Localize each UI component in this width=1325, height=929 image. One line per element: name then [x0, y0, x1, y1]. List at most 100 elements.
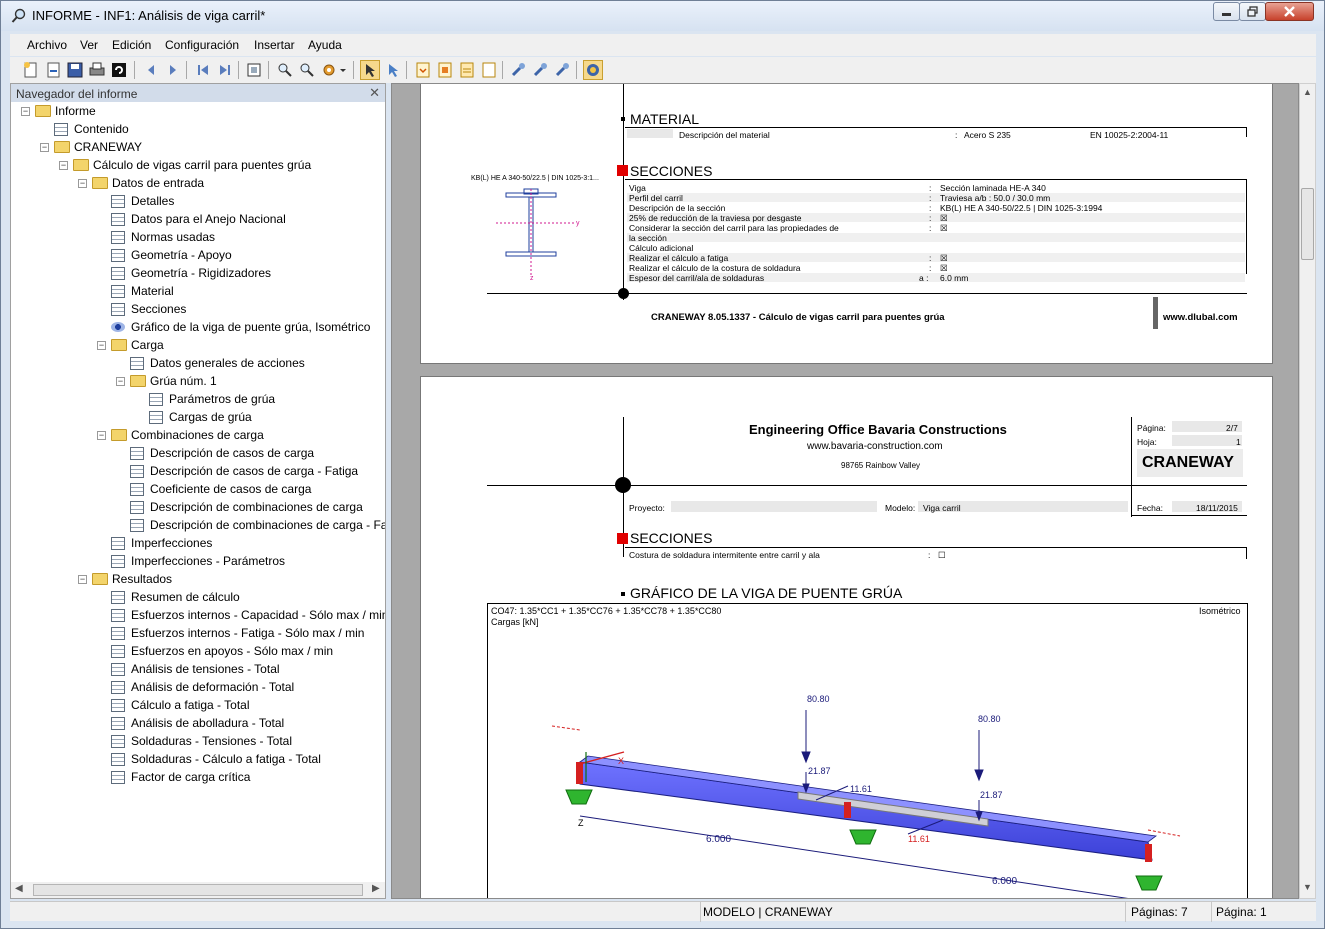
tree-item[interactable]: Análisis de tensiones - Total: [11, 660, 385, 678]
dropdown-arrow-icon[interactable]: [338, 61, 348, 79]
tree-item-label: Material: [131, 284, 174, 298]
tree-item[interactable]: Geometría - Rigidizadores: [11, 264, 385, 282]
menu-ver[interactable]: Ver: [80, 38, 98, 52]
tree-item[interactable]: Normas usadas: [11, 228, 385, 246]
tree-item[interactable]: Descripción de combinaciones de carga: [11, 498, 385, 516]
tree-item[interactable]: Soldaduras - Tensiones - Total: [11, 732, 385, 750]
scroll-right-icon[interactable]: ▶: [372, 883, 380, 894]
tree-item[interactable]: − Datos de entrada: [11, 174, 385, 192]
menu-ayuda[interactable]: Ayuda: [308, 38, 342, 52]
insert-page-icon[interactable]: [480, 61, 498, 79]
menu-archivo[interactable]: Archivo: [27, 38, 67, 52]
new-report-icon[interactable]: [22, 61, 40, 79]
menu-configuracion[interactable]: Configuración: [165, 38, 239, 52]
tree-item[interactable]: Secciones: [11, 300, 385, 318]
tree-item[interactable]: Gráfico de la viga de puente grúa, Isomé…: [11, 318, 385, 336]
menu-edicion[interactable]: Edición: [112, 38, 151, 52]
select-element-icon[interactable]: [384, 61, 402, 79]
tree-item[interactable]: Resumen de cálculo: [11, 588, 385, 606]
refresh-icon[interactable]: [110, 61, 128, 79]
tree-item[interactable]: − Cálculo de vigas carril para puentes gr…: [11, 156, 385, 174]
insert-graphic-icon[interactable]: [436, 61, 454, 79]
next-page-icon[interactable]: [164, 61, 182, 79]
load-value-1: 80.80: [807, 694, 830, 704]
table-icon: [149, 411, 163, 424]
tree-item[interactable]: Geometría - Apoyo: [11, 246, 385, 264]
tree-item-label: Esfuerzos internos - Capacidad - Sólo ma…: [131, 608, 385, 622]
settings-icon[interactable]: [320, 61, 338, 79]
property-separator: :: [929, 193, 932, 203]
pagina-label: Página:: [1137, 423, 1166, 433]
navigator-close-icon[interactable]: ✕: [369, 85, 380, 101]
tree-item[interactable]: Descripción de combinaciones de carga - …: [11, 516, 385, 534]
tree-item-label: Imperfecciones - Parámetros: [131, 554, 286, 568]
tree-item[interactable]: Contenido: [11, 120, 385, 138]
tree-item[interactable]: Parámetros de grúa: [11, 390, 385, 408]
tree-item[interactable]: − Carga: [11, 336, 385, 354]
section-marker: [621, 592, 625, 596]
maximize-button[interactable]: [1239, 2, 1266, 21]
tree-item[interactable]: Datos generales de acciones: [11, 354, 385, 372]
tree-item[interactable]: Soldaduras - Cálculo a fatiga - Total: [11, 750, 385, 768]
tree-item[interactable]: Imperfecciones: [11, 534, 385, 552]
tree-item[interactable]: Cálculo a fatiga - Total: [11, 696, 385, 714]
zoom-out-icon[interactable]: [298, 61, 316, 79]
scroll-up-icon[interactable]: ▲: [1303, 87, 1312, 97]
tools-icon[interactable]: [554, 61, 572, 79]
display-options-icon[interactable]: [583, 60, 603, 80]
tree-item[interactable]: Descripción de casos de carga - Fatiga: [11, 462, 385, 480]
tree-item[interactable]: Descripción de casos de carga: [11, 444, 385, 462]
tree-item[interactable]: Análisis de abolladura - Total: [11, 714, 385, 732]
tree-item[interactable]: Esfuerzos internos - Capacidad - Sólo ma…: [11, 606, 385, 624]
scroll-down-icon[interactable]: ▼: [1303, 882, 1312, 892]
select-pointer-icon[interactable]: [360, 60, 380, 80]
scrollbar-thumb[interactable]: [33, 884, 363, 896]
tree-expander-icon[interactable]: −: [116, 377, 125, 386]
tree-item[interactable]: − CRANEWAY: [11, 138, 385, 156]
open-icon[interactable]: [45, 61, 63, 79]
axis-z-label: z: [530, 275, 534, 282]
navigator-horizontal-scrollbar[interactable]: ◀ ▶: [11, 882, 385, 898]
save-icon[interactable]: [66, 61, 84, 79]
tree-item[interactable]: − Grúa núm. 1: [11, 372, 385, 390]
tree-item[interactable]: Esfuerzos internos - Fatiga - Sólo max /…: [11, 624, 385, 642]
tree-item[interactable]: − Resultados: [11, 570, 385, 588]
first-page-icon[interactable]: [194, 61, 212, 79]
page-setup-icon[interactable]: [245, 61, 263, 79]
tree-expander-icon[interactable]: −: [21, 107, 30, 116]
tree-item[interactable]: − Informe: [11, 102, 385, 120]
export-icon[interactable]: [510, 61, 528, 79]
insert-table-icon[interactable]: [414, 61, 432, 79]
tree-item[interactable]: Detalles: [11, 192, 385, 210]
scrollbar-thumb[interactable]: [1301, 188, 1314, 260]
tree-expander-icon[interactable]: −: [78, 179, 87, 188]
last-page-icon[interactable]: [216, 61, 234, 79]
tree-expander-icon[interactable]: −: [40, 143, 49, 152]
link-icon[interactable]: [532, 61, 550, 79]
print-icon[interactable]: [88, 61, 106, 79]
tree-item[interactable]: Factor de carga crítica: [11, 768, 385, 786]
property-label: Viga: [629, 183, 646, 193]
tree-expander-icon[interactable]: −: [78, 575, 87, 584]
previous-page-icon[interactable]: [142, 61, 160, 79]
tree-item[interactable]: Análisis de deformación - Total: [11, 678, 385, 696]
tree-expander-icon[interactable]: −: [97, 431, 106, 440]
tree-expander-icon[interactable]: −: [59, 161, 68, 170]
tree-item[interactable]: Datos para el Anejo Nacional: [11, 210, 385, 228]
secciones-heading-2: SECCIONES: [630, 530, 713, 546]
folder-icon: [130, 375, 146, 387]
tree-expander-icon[interactable]: −: [97, 341, 106, 350]
tree-item[interactable]: Cargas de grúa: [11, 408, 385, 426]
tree-item[interactable]: − Combinaciones de carga: [11, 426, 385, 444]
scroll-left-icon[interactable]: ◀: [15, 883, 23, 894]
minimize-button[interactable]: [1213, 2, 1240, 21]
close-button[interactable]: [1265, 2, 1314, 21]
tree-item[interactable]: Material: [11, 282, 385, 300]
menu-insertar[interactable]: Insertar: [254, 38, 295, 52]
report-vertical-scrollbar[interactable]: ▲ ▼: [1299, 83, 1316, 899]
zoom-in-icon[interactable]: [276, 61, 294, 79]
tree-item[interactable]: Esfuerzos en apoyos - Sólo max / min: [11, 642, 385, 660]
tree-item[interactable]: Imperfecciones - Parámetros: [11, 552, 385, 570]
tree-item[interactable]: Coeficiente de casos de carga: [11, 480, 385, 498]
insert-text-icon[interactable]: [458, 61, 476, 79]
